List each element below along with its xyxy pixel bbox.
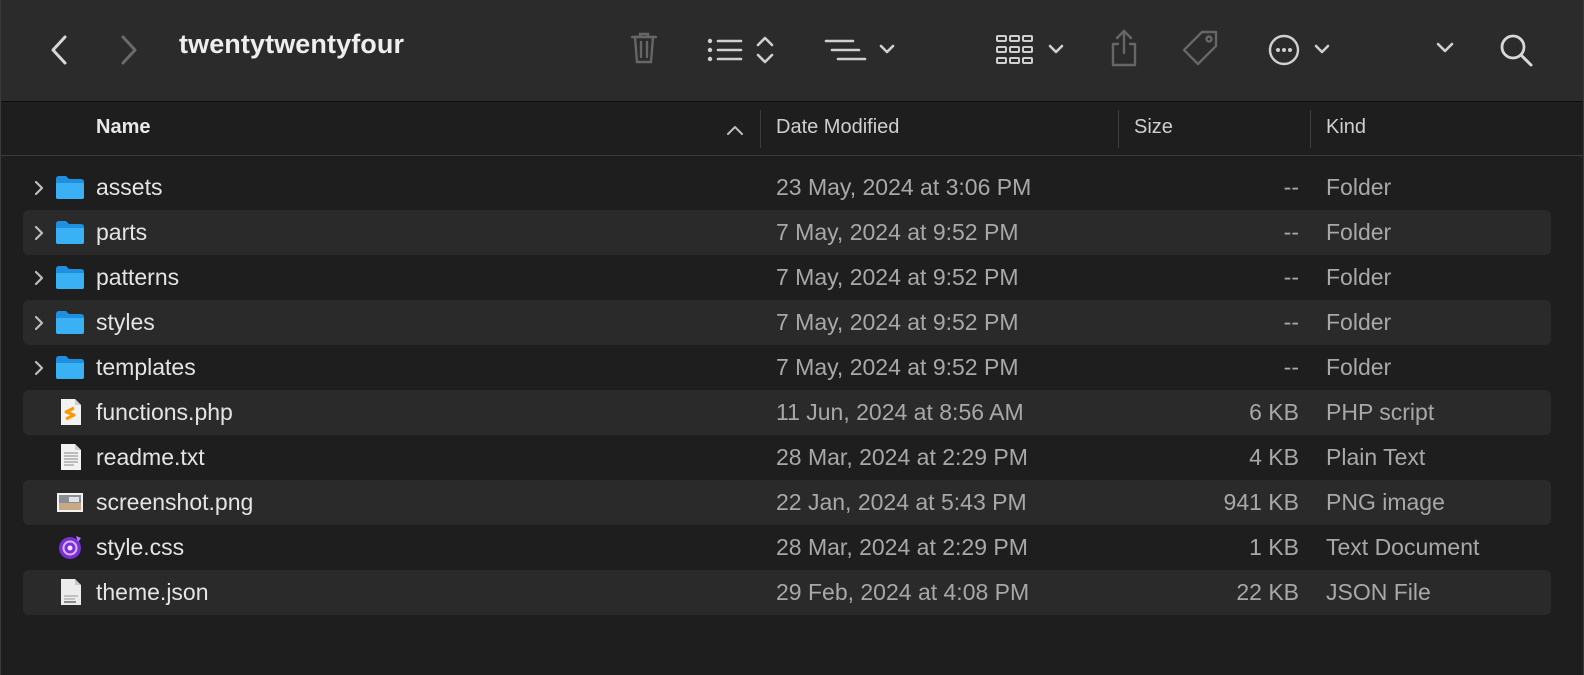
column-header-date-modified[interactable]: Date Modified [776, 102, 899, 156]
date-modified: 7 May, 2024 at 9:52 PM [776, 309, 1019, 335]
json-file-icon [55, 578, 85, 606]
folder-icon [55, 263, 85, 291]
file-size: -- [1283, 174, 1299, 200]
search-icon[interactable] [1497, 30, 1535, 70]
file-kind: Folder [1326, 309, 1392, 335]
file-size: -- [1283, 219, 1299, 245]
text-file-icon [55, 443, 85, 471]
file-name: theme.json [96, 579, 209, 605]
trash-icon[interactable] [627, 28, 661, 68]
image-file-icon [55, 488, 85, 516]
date-modified: 7 May, 2024 at 9:52 PM [776, 354, 1019, 380]
column-divider[interactable] [760, 110, 761, 148]
table-row[interactable]: patterns 7 May, 2024 at 9:52 PM -- Folde… [23, 255, 1551, 300]
share-icon[interactable] [1107, 26, 1141, 70]
file-name: patterns [96, 264, 180, 290]
column-header-kind[interactable]: Kind [1326, 102, 1366, 156]
chevron-down-icon[interactable] [1433, 36, 1457, 60]
sort-ascending-icon[interactable] [726, 123, 744, 141]
file-size: 941 KB [1223, 489, 1299, 515]
file-name: style.css [96, 534, 185, 560]
disclosure-triangle-icon[interactable] [33, 179, 45, 202]
css-file-icon [55, 533, 85, 561]
folder-icon [55, 353, 85, 381]
file-size: 6 KB [1249, 399, 1299, 425]
table-row[interactable]: readme.txt 28 Mar, 2024 at 2:29 PM 4 KB … [23, 435, 1551, 480]
window-title: twentytwentyfour [179, 29, 405, 59]
more-icon[interactable] [1267, 30, 1337, 70]
group-icon[interactable] [823, 32, 903, 68]
file-name: styles [96, 309, 155, 335]
file-size: 4 KB [1249, 444, 1299, 470]
column-header-name[interactable]: Name [96, 102, 150, 156]
table-row[interactable]: screenshot.png 22 Jan, 2024 at 5:43 PM 9… [23, 480, 1551, 525]
table-row[interactable]: templates 7 May, 2024 at 9:52 PM -- Fold… [23, 345, 1551, 390]
table-row[interactable]: assets 23 May, 2024 at 3:06 PM -- Folder [23, 165, 1551, 210]
disclosure-triangle-icon[interactable] [33, 269, 45, 292]
date-modified: 28 Mar, 2024 at 2:29 PM [776, 444, 1028, 470]
date-modified: 23 May, 2024 at 3:06 PM [776, 174, 1032, 200]
column-header: Name Date Modified Size Kind [1, 102, 1583, 156]
column-header-size[interactable]: Size [1134, 102, 1173, 156]
date-modified: 22 Jan, 2024 at 5:43 PM [776, 489, 1027, 515]
file-kind: Folder [1326, 219, 1392, 245]
file-size: -- [1283, 309, 1299, 335]
disclosure-triangle-icon[interactable] [33, 359, 45, 382]
file-name: templates [96, 354, 196, 380]
date-modified: 28 Mar, 2024 at 2:29 PM [776, 534, 1028, 560]
file-size: 1 KB [1249, 534, 1299, 560]
table-row[interactable]: parts 7 May, 2024 at 9:52 PM -- Folder [23, 210, 1551, 255]
column-divider[interactable] [1310, 110, 1311, 148]
column-divider[interactable] [1118, 110, 1119, 148]
forward-icon[interactable] [115, 32, 143, 68]
file-name: screenshot.png [96, 489, 254, 515]
php-file-icon [55, 398, 85, 426]
file-kind: JSON File [1326, 579, 1431, 605]
table-row[interactable]: theme.json 29 Feb, 2024 at 4:08 PM 22 KB… [23, 570, 1551, 615]
date-modified: 7 May, 2024 at 9:52 PM [776, 264, 1019, 290]
table-row[interactable]: functions.php 11 Jun, 2024 at 8:56 AM 6 … [23, 390, 1551, 435]
file-name: parts [96, 219, 148, 245]
finder-window: twentytwentyfour Name Date Modified Size… [0, 0, 1584, 675]
tag-icon[interactable] [1179, 28, 1223, 70]
file-size: -- [1283, 354, 1299, 380]
grid-view-icon[interactable] [995, 30, 1067, 70]
table-row[interactable]: style.css 28 Mar, 2024 at 2:29 PM 1 KB T… [23, 525, 1551, 570]
date-modified: 7 May, 2024 at 9:52 PM [776, 219, 1019, 245]
date-modified: 29 Feb, 2024 at 4:08 PM [776, 579, 1030, 605]
folder-icon [55, 308, 85, 336]
toolbar: twentytwentyfour [1, 0, 1583, 102]
back-icon[interactable] [45, 32, 73, 68]
file-kind: Text Document [1326, 534, 1480, 560]
file-kind: Folder [1326, 264, 1392, 290]
disclosure-triangle-icon[interactable] [33, 314, 45, 337]
folder-icon [55, 173, 85, 201]
file-name: readme.txt [96, 444, 205, 470]
file-kind: Folder [1326, 174, 1392, 200]
file-kind: PHP script [1326, 399, 1435, 425]
file-kind: Plain Text [1326, 444, 1426, 470]
file-kind: PNG image [1326, 489, 1445, 515]
file-kind: Folder [1326, 354, 1392, 380]
file-name: functions.php [96, 399, 233, 425]
file-name: assets [96, 174, 163, 200]
disclosure-triangle-icon[interactable] [33, 224, 45, 247]
date-modified: 11 Jun, 2024 at 8:56 AM [776, 399, 1024, 425]
file-size: 22 KB [1236, 579, 1299, 605]
folder-icon [55, 218, 85, 246]
list-view-icon[interactable] [705, 30, 779, 70]
file-size: -- [1283, 264, 1299, 290]
table-row[interactable]: styles 7 May, 2024 at 9:52 PM -- Folder [23, 300, 1551, 345]
